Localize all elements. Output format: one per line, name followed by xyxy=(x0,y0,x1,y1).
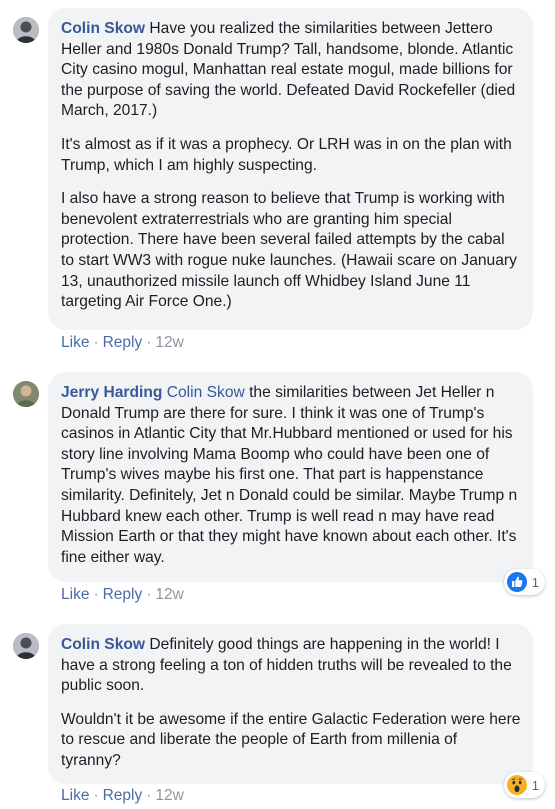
reaction-badge[interactable]: 1 xyxy=(503,772,545,798)
like-icon xyxy=(506,572,527,592)
wow-icon xyxy=(506,775,527,795)
avatar[interactable] xyxy=(13,633,39,659)
author-name[interactable]: Colin Skow xyxy=(61,20,145,37)
comment-time[interactable]: 12w xyxy=(155,586,183,603)
like-link[interactable]: Like xyxy=(61,334,89,351)
comment-actions: Like · Reply · 12w xyxy=(61,586,184,603)
comment-paragraph: I also have a strong reason to believe t… xyxy=(61,190,517,311)
reaction-count: 1 xyxy=(531,777,539,793)
comment-actions: Like · Reply · 12w xyxy=(61,334,184,351)
author-name[interactable]: Jerry Harding xyxy=(61,384,162,401)
reply-link[interactable]: Reply xyxy=(103,586,143,603)
mention-tag[interactable]: Colin Skow xyxy=(167,384,245,401)
comment-paragraph: It's almost as if it was a prophecy. Or … xyxy=(61,135,512,174)
like-link[interactable]: Like xyxy=(61,586,89,603)
comment-bubble: Colin Skow Have you realized the similar… xyxy=(48,8,533,330)
reply-link[interactable]: Reply xyxy=(103,787,143,804)
reaction-badge[interactable]: 1 xyxy=(503,569,545,595)
comment-paragraph: Colin Skow Have you realized the similar… xyxy=(61,20,516,120)
comment-bubble: Jerry Harding Colin Skow the similaritie… xyxy=(48,372,533,582)
avatar[interactable] xyxy=(13,381,39,407)
comment-paragraph: Wouldn't it be awesome if the entire Gal… xyxy=(61,710,521,769)
reply-link[interactable]: Reply xyxy=(103,334,143,351)
comment-paragraph: Jerry Harding Colin Skow the similaritie… xyxy=(61,384,518,566)
reaction-count: 1 xyxy=(531,574,539,590)
author-name[interactable]: Colin Skow xyxy=(61,636,145,653)
comment-bubble: Colin Skow Definitely good things are ha… xyxy=(48,624,533,784)
like-link[interactable]: Like xyxy=(61,787,89,804)
comment-time[interactable]: 12w xyxy=(155,787,183,804)
comment-time[interactable]: 12w xyxy=(155,334,183,351)
avatar[interactable] xyxy=(13,17,39,43)
comment-actions: Like · Reply · 12w xyxy=(61,787,184,804)
comment-paragraph: Colin Skow Definitely good things are ha… xyxy=(61,636,512,695)
